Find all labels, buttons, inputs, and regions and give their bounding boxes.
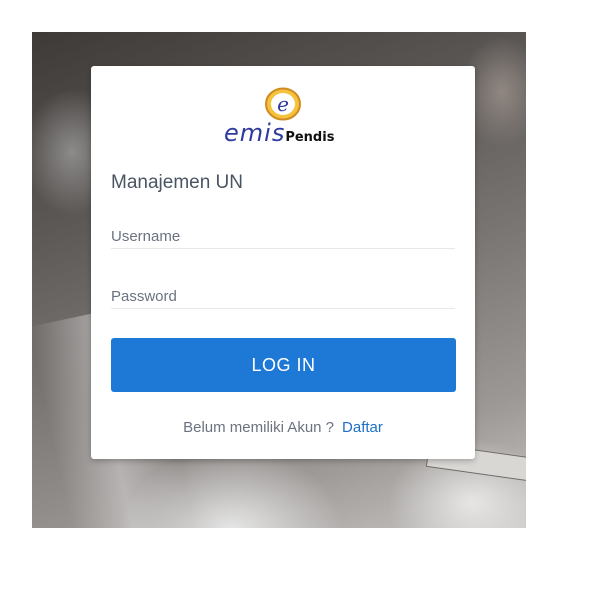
emis-logo-wordmark: emisPendis: [224, 119, 334, 147]
emis-logo-icon: e: [265, 87, 301, 121]
login-button[interactable]: LOG IN: [111, 338, 456, 392]
password-input[interactable]: [111, 284, 455, 309]
signup-link[interactable]: Daftar: [342, 419, 383, 436]
signup-row: Belum memiliki Akun ? Daftar: [91, 419, 475, 436]
username-input[interactable]: [111, 224, 455, 249]
logo-text-pendis: Pendis: [285, 130, 335, 145]
login-card: e emisPendis Manajemen UN LOG IN Belum m…: [91, 66, 475, 459]
signup-prompt: Belum memiliki Akun ?: [183, 419, 335, 436]
emis-logo: e emisPendis: [91, 86, 475, 147]
logo-text-emis: emis: [224, 119, 286, 147]
page-title: Manajemen UN: [111, 172, 243, 193]
svg-text:e: e: [277, 92, 289, 116]
